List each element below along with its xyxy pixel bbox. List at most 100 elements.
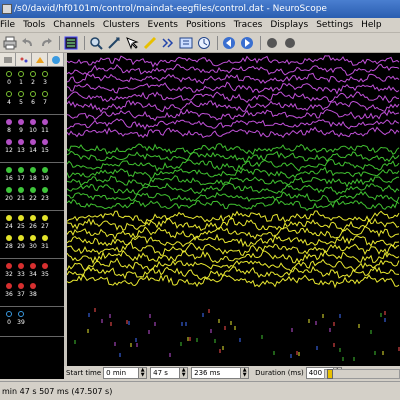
channel-number: 14 — [29, 147, 37, 154]
channel-color-dot[interactable] — [18, 167, 24, 173]
clusters-tab-icon[interactable] — [16, 53, 32, 66]
channel-color-dot[interactable] — [6, 139, 12, 145]
trace-canvas[interactable] — [67, 53, 400, 367]
channel-color-dot[interactable] — [30, 139, 36, 145]
record-icon[interactable] — [264, 35, 280, 51]
ruler-icon[interactable] — [196, 35, 212, 51]
start-s-field[interactable]: 47 s — [150, 367, 181, 379]
measure-icon[interactable] — [106, 35, 122, 51]
channel-color-dot[interactable] — [18, 187, 24, 193]
channel-group-3[interactable]: 24 25 26 27 28 29 30 31 — [0, 211, 64, 259]
channel-color-dot[interactable] — [6, 283, 12, 289]
start-s-spinner[interactable]: ▲ ▼ — [180, 367, 189, 379]
menu-settings[interactable]: Settings — [312, 20, 357, 30]
channel-color-dot[interactable] — [42, 139, 48, 145]
add-event-icon[interactable] — [178, 35, 194, 51]
channel-color-dot[interactable] — [18, 71, 24, 77]
menu-positions[interactable]: Positions — [182, 20, 230, 30]
palette-tabs — [0, 53, 64, 67]
channel-color-dot[interactable] — [6, 71, 12, 77]
channel-group-2[interactable]: 16 17 18 19 20 21 22 23 — [0, 163, 64, 211]
channel-color-dot[interactable] — [30, 235, 36, 241]
channel-color-dot[interactable] — [30, 167, 36, 173]
channel-number: 34 — [29, 271, 37, 278]
stop-icon[interactable] — [282, 35, 298, 51]
start-ms-spinner[interactable]: ▲ ▼ — [241, 367, 250, 379]
channel-color-dot[interactable] — [42, 263, 48, 269]
channel-color-dot[interactable] — [18, 235, 24, 241]
channel-color-dot[interactable] — [6, 215, 12, 221]
menu-channels[interactable]: Channels — [49, 20, 99, 30]
menu-help[interactable]: Help — [357, 20, 386, 30]
channel-number: 21 — [17, 195, 25, 202]
redo-icon[interactable] — [38, 35, 54, 51]
menu-tools[interactable]: Tools — [19, 20, 49, 30]
channel-number: 24 — [5, 223, 13, 230]
eeg-trace — [67, 210, 400, 225]
channel-color-dot[interactable] — [6, 119, 12, 125]
next-icon[interactable] — [239, 35, 255, 51]
menu-traces[interactable]: Traces — [230, 20, 267, 30]
channel-color-dot[interactable] — [18, 263, 24, 269]
channel-color-dot[interactable] — [42, 91, 48, 97]
undo-icon[interactable] — [20, 35, 36, 51]
channel-color-dot[interactable] — [30, 91, 36, 97]
channel-color-dot[interactable] — [42, 119, 48, 125]
channel-color-dot[interactable] — [30, 215, 36, 221]
trace-display[interactable] — [64, 53, 400, 367]
channel-color-dot[interactable] — [18, 311, 24, 317]
events-tab-icon[interactable] — [48, 53, 64, 66]
channel-color-dot[interactable] — [30, 283, 36, 289]
channel-color-dot[interactable] — [18, 139, 24, 145]
channel-color-dot[interactable] — [18, 283, 24, 289]
start-min-spinner[interactable]: ▲ ▼ — [139, 367, 148, 379]
menu-file[interactable]: File — [0, 20, 19, 30]
channel-group-5[interactable]: 0 39 — [0, 307, 64, 337]
menu-clusters[interactable]: Clusters — [99, 20, 144, 30]
select-channels-icon[interactable] — [63, 35, 79, 51]
menu-bar: File Tools Channels Clusters Events Posi… — [0, 18, 400, 33]
channels-tab-icon[interactable] — [0, 53, 16, 66]
channel-color-dot[interactable] — [6, 311, 12, 317]
previous-icon[interactable] — [221, 35, 237, 51]
channel-number: 16 — [5, 175, 13, 182]
channel-color-dot[interactable] — [42, 167, 48, 173]
draw-time-line-icon[interactable] — [142, 35, 158, 51]
channel-color-dot[interactable] — [18, 215, 24, 221]
positions-tab-icon[interactable] — [32, 53, 48, 66]
channel-color-dot[interactable] — [30, 119, 36, 125]
channel-color-dot[interactable] — [6, 263, 12, 269]
print-icon[interactable] — [2, 35, 18, 51]
channel-color-dot[interactable] — [42, 71, 48, 77]
channel-color-dot[interactable] — [18, 119, 24, 125]
channel-group-1[interactable]: 8 9 10 11 12 13 14 15 — [0, 115, 64, 163]
select-time-icon[interactable] — [124, 35, 140, 51]
channel-color-dot[interactable] — [42, 235, 48, 241]
channel-color-dot[interactable] — [30, 263, 36, 269]
menu-events[interactable]: Events — [144, 20, 182, 30]
channel-color-dot[interactable] — [6, 235, 12, 241]
start-min-field[interactable]: 0 min — [103, 367, 140, 379]
eeg-trace — [67, 158, 400, 172]
channel-group-4[interactable]: 32 33 34 35 36 37 38 — [0, 259, 64, 307]
channel-number: 10 — [29, 127, 37, 134]
time-scrollbar-thumb[interactable] — [327, 369, 333, 379]
eeg-trace — [67, 265, 400, 281]
eeg-trace — [67, 190, 400, 203]
zoom-icon[interactable] — [88, 35, 104, 51]
menu-displays[interactable]: Displays — [266, 20, 312, 30]
channel-color-dot[interactable] — [30, 71, 36, 77]
time-scrollbar[interactable] — [324, 369, 400, 379]
channel-color-dot[interactable] — [6, 167, 12, 173]
channel-number: 3 — [43, 79, 47, 86]
channel-group-0[interactable]: 0 1 2 3 4 5 6 7 — [0, 67, 64, 115]
channel-color-dot[interactable] — [6, 187, 12, 193]
channel-color-dot[interactable] — [6, 91, 12, 97]
channel-color-dot[interactable] — [42, 187, 48, 193]
channel-color-dot[interactable] — [18, 91, 24, 97]
channel-color-dot[interactable] — [30, 187, 36, 193]
channel-color-dot[interactable] — [42, 215, 48, 221]
select-events-icon[interactable] — [160, 35, 176, 51]
start-ms-field[interactable]: 236 ms — [191, 367, 242, 379]
toolbar-separator — [260, 35, 261, 50]
